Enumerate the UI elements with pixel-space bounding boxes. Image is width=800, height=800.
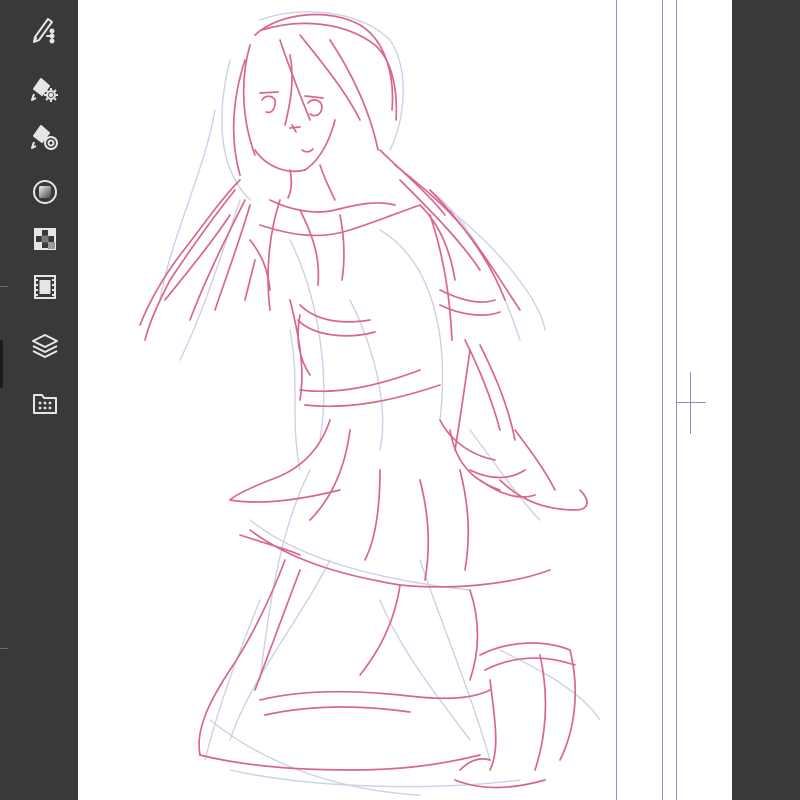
- fill-settings-button[interactable]: [28, 72, 62, 106]
- right-panel: [732, 0, 800, 800]
- toolbar-divider: [0, 648, 8, 649]
- gradient-circle-icon: [33, 180, 57, 204]
- toolbar-divider: [0, 286, 8, 287]
- checker-grid-icon: [34, 228, 56, 250]
- layers-icon: [32, 334, 58, 358]
- brush-settings-button[interactable]: [28, 13, 62, 47]
- sketch-layer: [139, 11, 601, 796]
- animation-button[interactable]: [28, 270, 62, 304]
- blend-button[interactable]: [28, 175, 62, 209]
- active-indicator: [0, 340, 3, 388]
- materials-button[interactable]: [28, 386, 62, 420]
- bucket-gear-icon: [31, 78, 58, 102]
- folder-grid-icon: [33, 394, 57, 414]
- film-strip-icon: [34, 275, 56, 299]
- texture-button[interactable]: [28, 222, 62, 256]
- bucket-target-icon: [31, 125, 58, 150]
- layers-button[interactable]: [28, 328, 62, 362]
- left-toolbar: [0, 0, 78, 800]
- drawing-canvas[interactable]: [78, 0, 732, 800]
- fill-target-button[interactable]: [28, 120, 62, 154]
- pen-list-icon: [33, 18, 55, 44]
